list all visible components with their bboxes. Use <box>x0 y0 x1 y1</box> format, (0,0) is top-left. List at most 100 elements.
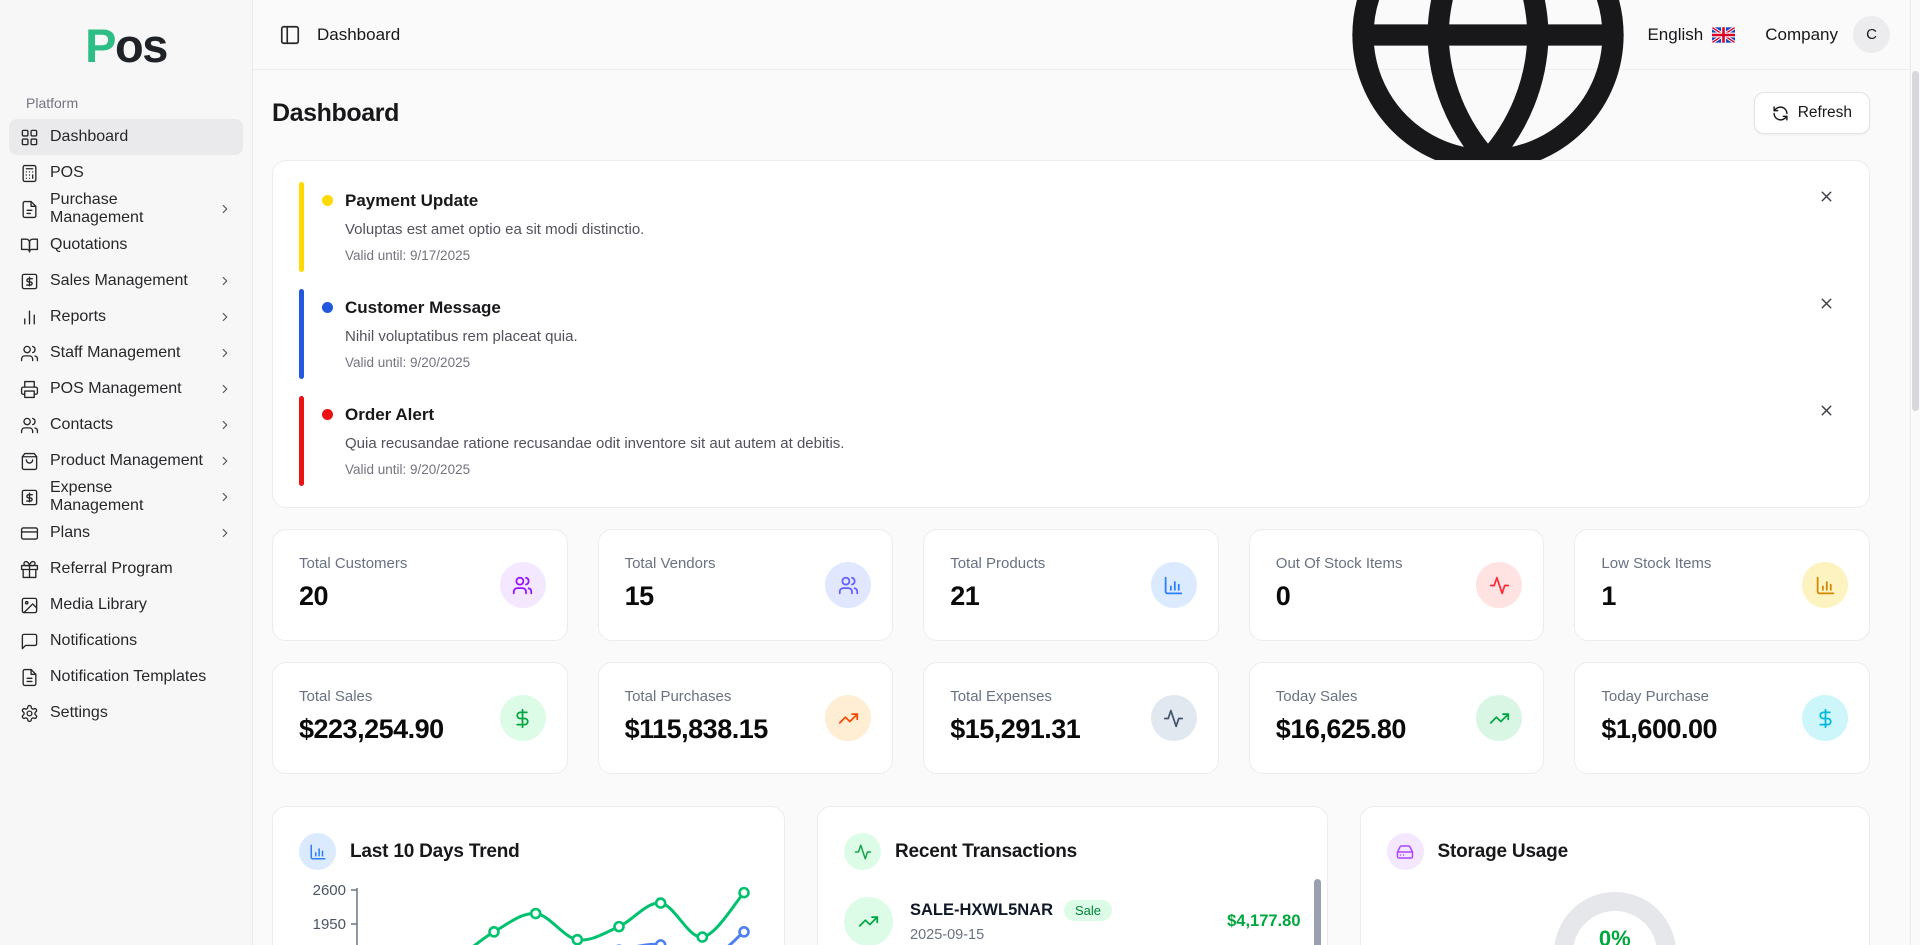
bar-chart-icon <box>20 308 39 327</box>
notification-description: Voluptas est amet optio ea sit modi dist… <box>345 221 1803 238</box>
sidebar-item-label: Product Management <box>50 452 203 470</box>
sidebar-item-media-library[interactable]: Media Library <box>9 587 243 623</box>
notification-card: Order Alert Quia recusandae ratione recus… <box>299 402 1843 480</box>
line-chart: 2600195013006500 <box>299 882 758 945</box>
stats-row-counts: Total Customers20 Total Vendors15 Total Pr… <box>272 529 1870 641</box>
svg-text:2600: 2600 <box>313 882 346 899</box>
trending-up-icon <box>825 695 871 741</box>
sidebar-item-notifications[interactable]: Notifications <box>9 623 243 659</box>
close-icon[interactable] <box>1818 402 1835 419</box>
company-button[interactable]: Company <box>1765 25 1838 45</box>
dollar-icon <box>500 695 546 741</box>
sidebar-item-plans[interactable]: Plans <box>9 515 243 551</box>
chart-column-icon <box>1151 562 1197 608</box>
close-icon[interactable] <box>1818 188 1835 205</box>
sidebar-item-expense-management[interactable]: Expense Management <box>9 479 243 515</box>
page-scrollbar[interactable] <box>1910 0 1920 945</box>
logo-rest: os <box>115 19 167 72</box>
svg-text:1950: 1950 <box>313 916 346 933</box>
sidebar-item-purchase-management[interactable]: Purchase Management <box>9 191 243 227</box>
transaction-row[interactable]: SALE-HXWL5NARSale2025-09-15$4,177.80 <box>844 897 1301 945</box>
topbar: Dashboard English Company C <box>253 0 1920 70</box>
sidebar-item-label: Referral Program <box>50 560 173 578</box>
user-avatar[interactable]: C <box>1853 16 1890 53</box>
credit-card-icon <box>20 524 39 543</box>
file-icon <box>20 200 39 219</box>
uk-flag-icon <box>1712 27 1735 43</box>
notification-valid-until: Valid until: 9/20/2025 <box>345 462 1803 477</box>
sidebar-item-pos-management[interactable]: POS Management <box>9 371 243 407</box>
trend-chart-card: Last 10 Days Trend 2600195013006500 <box>272 806 785 945</box>
sidebar-item-label: Notifications <box>50 632 137 650</box>
sidebar-section-label: Platform <box>0 87 252 117</box>
users-icon <box>500 562 546 608</box>
sidebar-item-label: Settings <box>50 704 108 722</box>
notification-title: Payment Update <box>345 191 1803 211</box>
notifications-panel: Payment Update Voluptas est amet optio ea… <box>272 160 1870 508</box>
refresh-icon <box>1772 105 1789 122</box>
transactions-scrollbar[interactable] <box>1314 879 1321 945</box>
widgets-row: Last 10 Days Trend 2600195013006500 Rece… <box>272 806 1870 945</box>
stat-card-total-vendors: Total Vendors15 <box>598 529 894 641</box>
recent-transactions-card: Recent Transactions SALE-HXWL5NARSale202… <box>817 806 1328 945</box>
storage-usage-card: Storage Usage 0% <box>1360 806 1871 945</box>
activity-icon <box>1151 695 1197 741</box>
sidebar-nav: Dashboard POSPurchase ManagementQuotation… <box>0 117 252 733</box>
sidebar-item-label: Staff Management <box>50 344 180 362</box>
notification-accent-bar <box>299 289 304 379</box>
notification-title: Customer Message <box>345 298 1803 318</box>
refresh-button[interactable]: Refresh <box>1754 92 1870 134</box>
users-icon <box>20 416 39 435</box>
chevron-right-icon <box>218 202 232 216</box>
sidebar-item-quotations[interactable]: Quotations <box>9 227 243 263</box>
sidebar: Pos Platform Dashboard POSPurchase Manage… <box>0 0 253 945</box>
language-label: English <box>1647 25 1703 45</box>
stats-row-amounts: Total Sales$223,254.90Total Purchases$11… <box>272 662 1870 774</box>
app-logo[interactable]: Pos <box>0 10 252 87</box>
stat-card-today-purchase: Today Purchase$1,600.00 <box>1574 662 1870 774</box>
transactions-list: SALE-HXWL5NARSale2025-09-15$4,177.80 <box>844 897 1301 945</box>
stat-card-total-customers: Total Customers20 <box>272 529 568 641</box>
notification-dot <box>322 302 333 313</box>
main-area: Dashboard English Company C Dashboard Re… <box>253 0 1920 945</box>
chevron-right-icon <box>218 274 232 288</box>
image-icon <box>20 596 39 615</box>
notification-description: Quia recusandae ratione recusandae odit … <box>345 435 1803 452</box>
sidebar-toggle-icon[interactable] <box>279 24 301 46</box>
notification-card: Customer MessageNihil voluptatibus rem p… <box>299 295 1843 373</box>
settings-icon <box>20 704 39 723</box>
storage-donut: 0% <box>1554 892 1676 945</box>
transaction-id: SALE-HXWL5NAR <box>910 901 1053 920</box>
page-scrollbar-thumb[interactable] <box>1912 71 1919 411</box>
chevron-right-icon <box>218 346 232 360</box>
stat-card-total-products: Total Products21 <box>923 529 1219 641</box>
sidebar-item-reports[interactable]: Reports <box>9 299 243 335</box>
sidebar-item-staff-management[interactable]: Staff Management <box>9 335 243 371</box>
sidebar-item-referral-program[interactable]: Referral Program <box>9 551 243 587</box>
notification-title: Order Alert <box>345 405 1803 425</box>
sidebar-item-contacts[interactable]: Contacts <box>9 407 243 443</box>
bar-chart-icon <box>299 833 336 870</box>
sidebar-item-pos[interactable]: POS <box>9 155 243 191</box>
chevron-right-icon <box>218 418 232 432</box>
chevron-right-icon <box>218 526 232 540</box>
sidebar-item-sales-management[interactable]: Sales Management <box>9 263 243 299</box>
notification-valid-until: Valid until: 9/17/2025 <box>345 248 1803 263</box>
users-icon <box>20 344 39 363</box>
chevron-right-icon <box>218 454 232 468</box>
close-icon[interactable] <box>1818 295 1835 312</box>
sidebar-item-label: Dashboard <box>50 128 128 146</box>
transaction-amount: $4,177.80 <box>1227 912 1300 931</box>
chevron-right-icon <box>218 310 232 324</box>
calculator-icon <box>20 164 39 183</box>
sidebar-item-settings[interactable]: Settings <box>9 695 243 731</box>
trending-up-icon <box>1476 695 1522 741</box>
dollar-square-icon <box>20 272 39 291</box>
sidebar-item-dashboard[interactable]: Dashboard <box>9 119 243 155</box>
sidebar-item-product-management[interactable]: Product Management <box>9 443 243 479</box>
stat-card-total-sales: Total Sales$223,254.90 <box>272 662 568 774</box>
dollar-icon <box>1802 695 1848 741</box>
sidebar-item-notification-templates[interactable]: Notification Templates <box>9 659 243 695</box>
activity-icon <box>1476 562 1522 608</box>
message-square-icon <box>20 632 39 651</box>
